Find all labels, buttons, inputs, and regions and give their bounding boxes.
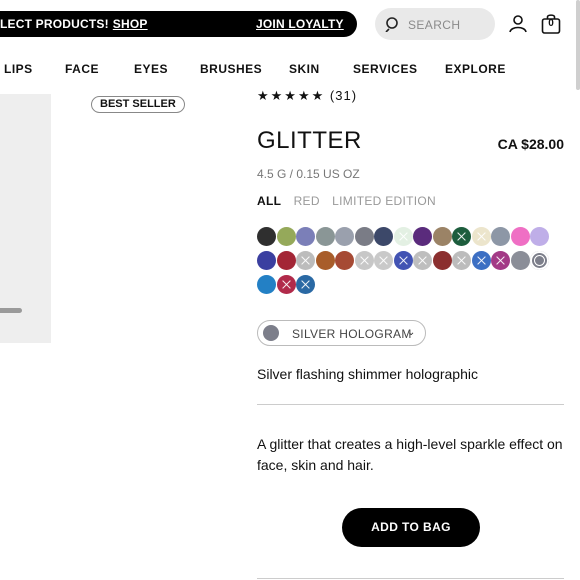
shade-swatch[interactable]	[491, 251, 510, 270]
shade-swatch[interactable]	[452, 227, 471, 246]
product-size: 4.5 G / 0.15 US OZ	[257, 167, 360, 181]
add-to-bag-button[interactable]: ADD TO BAG	[342, 508, 480, 547]
nav-services[interactable]: SERVICES	[353, 62, 417, 76]
shade-swatch[interactable]	[276, 251, 296, 270]
nav-lips[interactable]: LIPS	[4, 62, 33, 76]
shade-swatch[interactable]	[432, 227, 452, 246]
promo-bar: LECT PRODUCTS! SHOP JOIN LOYALTY	[0, 11, 357, 37]
shade-swatch[interactable]	[491, 227, 510, 246]
shade-swatch[interactable]	[413, 251, 432, 270]
shade-swatch[interactable]	[452, 251, 471, 270]
shade-swatch[interactable]	[315, 251, 335, 270]
shade-swatch[interactable]	[471, 251, 491, 270]
shade-swatch[interactable]	[510, 227, 530, 246]
review-count: (31)	[329, 88, 358, 103]
shade-dropdown[interactable]: SILVER HOLOGRAM ⌄	[257, 320, 426, 346]
shade-swatch[interactable]	[471, 227, 491, 246]
shade-swatch[interactable]	[393, 251, 413, 270]
promo-text: LECT PRODUCTS!	[0, 17, 109, 31]
shade-swatch[interactable]	[315, 227, 335, 246]
shade-swatch[interactable]	[257, 275, 276, 294]
best-seller-badge: BEST SELLER	[91, 96, 185, 113]
shade-swatch[interactable]	[354, 251, 374, 270]
main-nav: LIPS FACE EYES BRUSHES SKIN SERVICES EXP…	[0, 62, 580, 76]
filter-all[interactable]: ALL	[257, 194, 281, 208]
shade-swatch[interactable]	[432, 251, 452, 270]
shade-swatch[interactable]	[393, 227, 413, 246]
search-placeholder: SEARCH	[408, 18, 461, 32]
selected-shade-dot	[263, 325, 279, 341]
product-image[interactable]	[0, 94, 51, 343]
shade-swatch[interactable]	[413, 227, 432, 246]
shade-swatch[interactable]	[510, 251, 530, 270]
product-title: GLITTER	[257, 127, 362, 154]
product-swatch-stroke	[0, 308, 22, 313]
rating-stars: ★★★★★	[257, 88, 326, 103]
chevron-down-icon: ⌄	[407, 327, 416, 338]
product-rating[interactable]: ★★★★★ (31)	[257, 88, 357, 104]
bag-button[interactable]: 0	[541, 13, 561, 35]
shop-link[interactable]: SHOP	[113, 17, 148, 31]
bag-count: 0	[548, 18, 554, 29]
nav-explore[interactable]: EXPLORE	[445, 62, 506, 76]
shade-swatch[interactable]	[257, 227, 276, 246]
shade-swatch[interactable]	[374, 251, 393, 270]
shade-swatch[interactable]	[276, 275, 296, 294]
product-price: CA $28.00	[497, 136, 564, 152]
nav-skin[interactable]: SKIN	[289, 62, 320, 76]
shade-swatch[interactable]	[374, 227, 393, 246]
shade-swatch-selected[interactable]	[530, 251, 549, 270]
shade-swatch[interactable]	[276, 227, 296, 246]
shade-swatch[interactable]	[296, 275, 315, 294]
shade-swatch[interactable]	[354, 227, 374, 246]
filter-limited-edition[interactable]: LIMITED EDITION	[332, 194, 436, 208]
shade-swatch[interactable]	[335, 227, 354, 246]
nav-eyes[interactable]: EYES	[134, 62, 168, 76]
shade-swatch[interactable]	[335, 251, 354, 270]
selected-shade-name: SILVER HOLOGRAM	[292, 327, 412, 341]
shade-swatch[interactable]	[257, 251, 276, 270]
shade-swatch[interactable]	[296, 227, 315, 246]
promo-message: LECT PRODUCTS! SHOP	[0, 17, 148, 31]
filter-red[interactable]: RED	[294, 194, 320, 208]
shade-swatch[interactable]	[296, 251, 315, 270]
product-description: A glitter that creates a high-level spar…	[257, 436, 563, 473]
divider	[257, 578, 564, 579]
join-loyalty-link[interactable]: JOIN LOYALTY	[256, 17, 344, 31]
search-icon	[385, 17, 398, 32]
search-input[interactable]: SEARCH	[375, 8, 495, 40]
shade-filters: ALL RED LIMITED EDITION	[257, 194, 445, 208]
divider	[257, 404, 564, 405]
shade-description: Silver flashing shimmer holographic	[257, 366, 478, 382]
user-icon[interactable]	[508, 14, 528, 34]
nav-brushes[interactable]: BRUSHES	[200, 62, 262, 76]
nav-face[interactable]: FACE	[65, 62, 99, 76]
scrollbar[interactable]	[576, 0, 580, 90]
shade-swatch[interactable]	[530, 227, 549, 246]
